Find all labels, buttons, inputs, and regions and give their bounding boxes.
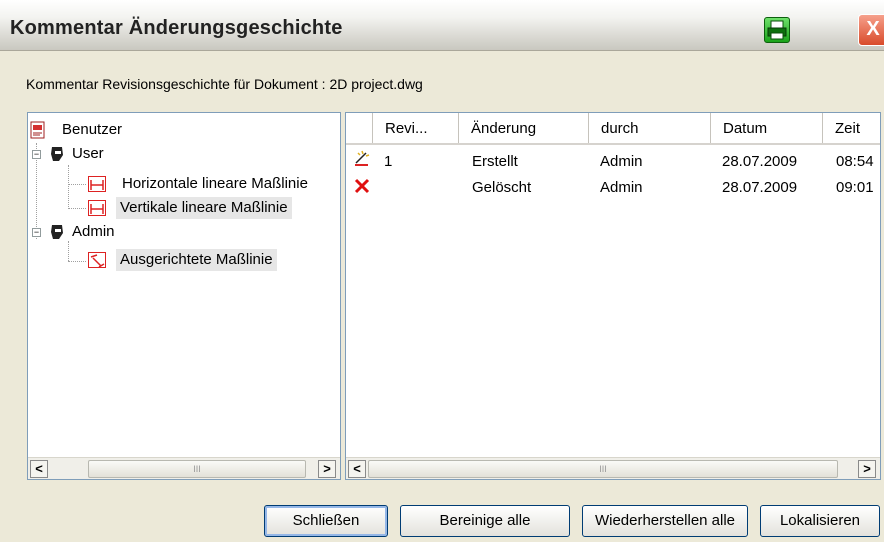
table-row[interactable]: Gelöscht Admin 28.07.2009 09:01 bbox=[346, 175, 880, 199]
tree-item-label: Horizontale lineare Maßlinie bbox=[122, 175, 308, 192]
restore-all-button[interactable]: Wiederherstellen alle bbox=[582, 505, 748, 537]
user-tree-panel[interactable]: Benutzer − User Horizontale lineare Maßl… bbox=[27, 112, 341, 480]
tree-item-label: Vertikale lineare Maßlinie bbox=[116, 197, 292, 219]
horizontal-dimension-icon bbox=[88, 176, 106, 192]
column-header-time[interactable]: Zeit bbox=[822, 113, 880, 143]
cell-date: 28.07.2009 bbox=[722, 179, 798, 196]
tree-group-user[interactable]: − User bbox=[28, 143, 328, 165]
scroll-right-icon[interactable]: > bbox=[318, 460, 336, 478]
scroll-left-icon[interactable]: < bbox=[348, 460, 366, 478]
user-head-icon bbox=[51, 225, 63, 239]
tree-horizontal-scrollbar[interactable]: < III > bbox=[28, 457, 340, 479]
printer-icon[interactable] bbox=[764, 17, 790, 43]
user-head-icon bbox=[51, 147, 63, 161]
cell-change: Erstellt bbox=[472, 153, 518, 170]
vertical-dimension-icon bbox=[88, 200, 106, 216]
title-bar[interactable]: Kommentar Änderungsgeschichte X bbox=[0, 0, 884, 51]
tree-group-label: User bbox=[72, 145, 104, 162]
cell-date: 28.07.2009 bbox=[722, 153, 798, 170]
scrollbar-thumb[interactable]: III bbox=[368, 460, 838, 478]
tree-item-aligned-dimension[interactable]: Ausgerichtete Maßlinie bbox=[28, 249, 338, 271]
cell-time: 08:54 bbox=[836, 153, 874, 170]
window-title: Kommentar Änderungsgeschichte bbox=[10, 17, 343, 39]
aligned-dimension-icon bbox=[88, 252, 106, 268]
table-row[interactable]: 1 Erstellt Admin 28.07.2009 08:54 bbox=[346, 149, 880, 173]
tree-root[interactable]: Benutzer bbox=[28, 119, 328, 141]
tree-item-horizontal-dimension[interactable]: Horizontale lineare Maßlinie bbox=[28, 173, 338, 195]
scroll-right-icon[interactable]: > bbox=[858, 460, 876, 478]
column-header-date[interactable]: Datum bbox=[710, 113, 822, 143]
locate-button[interactable]: Lokalisieren bbox=[760, 505, 880, 537]
tree-item-vertical-dimension[interactable]: Vertikale lineare Maßlinie bbox=[28, 197, 338, 219]
tree-group-admin[interactable]: − Admin bbox=[28, 221, 328, 243]
created-icon bbox=[355, 150, 370, 166]
list-horizontal-scrollbar[interactable]: < III > bbox=[346, 457, 880, 479]
cell-revision: 1 bbox=[384, 153, 393, 170]
scrollbar-thumb[interactable]: III bbox=[88, 460, 306, 478]
cell-by: Admin bbox=[600, 179, 643, 196]
column-header-by[interactable]: durch bbox=[588, 113, 710, 143]
collapse-expander[interactable]: − bbox=[32, 228, 41, 237]
clean-all-button[interactable]: Bereinige alle bbox=[400, 505, 570, 537]
tree-root-label: Benutzer bbox=[62, 121, 123, 138]
tree-group-label: Admin bbox=[72, 223, 115, 240]
close-button[interactable]: Schließen bbox=[264, 505, 388, 537]
document-subtitle: Kommentar Revisionsgeschichte für Dokume… bbox=[26, 76, 423, 92]
list-header: Revi... Änderung durch Datum Zeit bbox=[346, 113, 880, 145]
cell-by: Admin bbox=[600, 153, 643, 170]
close-icon[interactable]: X bbox=[858, 14, 884, 46]
revision-list-panel[interactable]: Revi... Änderung durch Datum Zeit 1 Erst… bbox=[345, 112, 881, 480]
column-header-change[interactable]: Änderung bbox=[458, 113, 588, 143]
cell-change: Gelöscht bbox=[472, 179, 532, 196]
tree-item-label: Ausgerichtete Maßlinie bbox=[116, 249, 277, 271]
deleted-icon bbox=[354, 178, 370, 194]
cell-time: 09:01 bbox=[836, 179, 874, 196]
scroll-left-icon[interactable]: < bbox=[30, 460, 48, 478]
document-users-icon bbox=[30, 121, 45, 139]
column-header-revision[interactable]: Revi... bbox=[372, 113, 458, 143]
collapse-expander[interactable]: − bbox=[32, 150, 41, 159]
